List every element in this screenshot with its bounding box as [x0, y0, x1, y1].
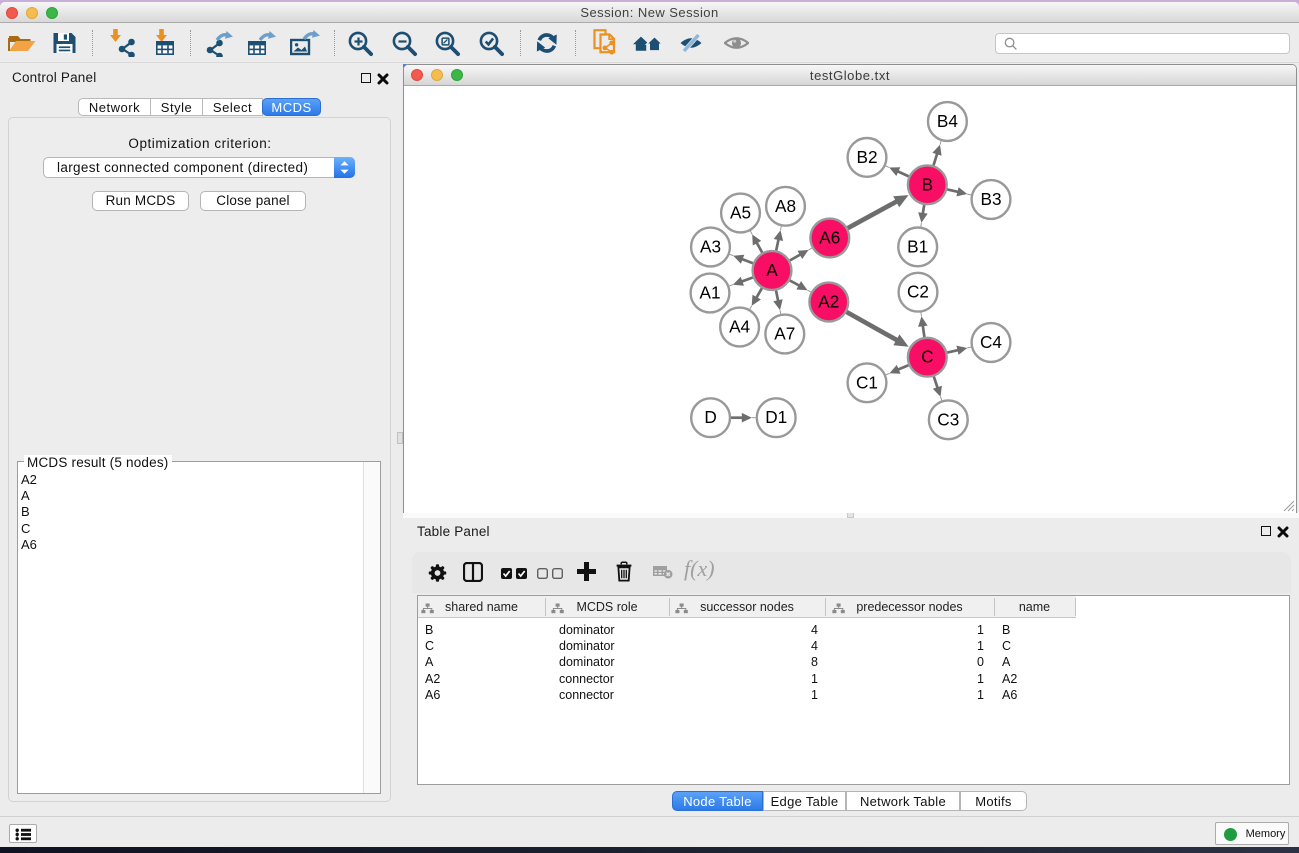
svg-text:C1: C1 — [856, 372, 878, 392]
svg-text:B2: B2 — [856, 147, 877, 167]
svg-text:D1: D1 — [765, 407, 787, 427]
svg-text:A1: A1 — [699, 283, 720, 303]
svg-text:D: D — [704, 407, 716, 427]
svg-text:A8: A8 — [775, 196, 796, 216]
svg-text:A7: A7 — [774, 324, 795, 344]
svg-text:A3: A3 — [700, 237, 721, 257]
svg-text:B3: B3 — [980, 189, 1001, 209]
svg-text:A5: A5 — [730, 203, 751, 223]
svg-text:A4: A4 — [729, 317, 750, 337]
svg-text:C3: C3 — [937, 409, 959, 429]
svg-text:C: C — [921, 347, 933, 367]
svg-text:A: A — [766, 260, 778, 280]
svg-text:A6: A6 — [819, 228, 840, 248]
svg-text:C4: C4 — [980, 332, 1002, 352]
svg-text:C2: C2 — [907, 282, 929, 302]
svg-text:B4: B4 — [937, 111, 958, 131]
svg-text:B1: B1 — [907, 236, 928, 256]
svg-text:A2: A2 — [818, 292, 839, 312]
svg-text:B: B — [922, 174, 933, 194]
